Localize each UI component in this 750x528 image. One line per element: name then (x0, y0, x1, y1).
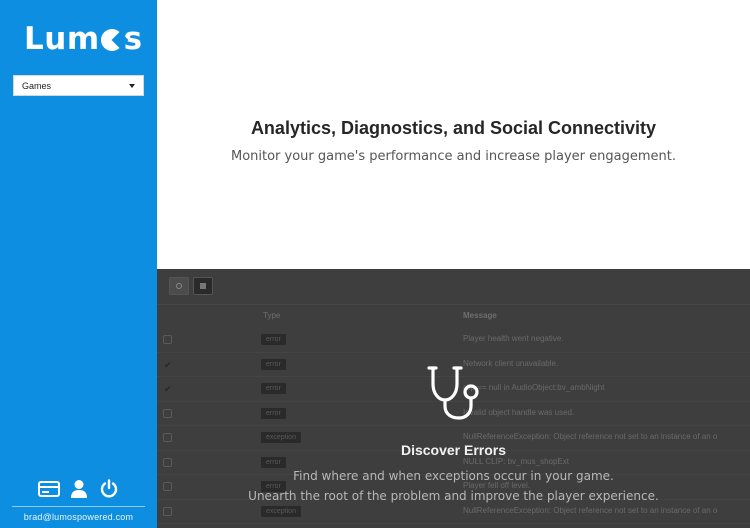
square-icon (200, 283, 206, 289)
feature-description-line1: Find where and when exceptions occur in … (293, 469, 614, 483)
row-message: clip == null in AudioObject:bv_ambNight (463, 383, 605, 392)
checkbox-checked-icon: ✔ (164, 359, 172, 370)
power-icon[interactable] (97, 478, 121, 500)
table-row: error Player health went negative. (157, 328, 750, 352)
game-select[interactable]: Games (13, 75, 144, 96)
checkbox-icon (163, 335, 172, 344)
column-header-type: Type (263, 311, 281, 320)
account-actions (37, 478, 121, 500)
table-row: exception NullReferenceException: Object … (157, 500, 750, 524)
row-message: NullReferenceException: Object reference… (463, 432, 718, 441)
user-email: brad@lumospowered.com (23, 512, 134, 522)
lumos-logo[interactable]: Lum s (24, 20, 143, 58)
checkbox-icon (163, 506, 172, 516)
logo-o-mark-icon (100, 29, 123, 51)
user-icon[interactable] (67, 478, 91, 500)
type-badge: error (261, 456, 286, 468)
type-badge: error (261, 334, 286, 345)
preview-filter-button (169, 277, 189, 295)
hero-title: Analytics, Diagnostics, and Social Conne… (250, 118, 657, 138)
feature-description-line2: Unearth the root of the problem and impr… (248, 489, 659, 503)
feature-panel: Type Message error Player health went neg… (157, 269, 750, 528)
hero-subtitle: Monitor your game's performance and incr… (230, 149, 676, 164)
row-message: Player health went negative. (463, 334, 564, 343)
type-badge: error (261, 358, 286, 370)
circle-icon (176, 283, 182, 289)
logo-text-start: Lum (24, 21, 100, 57)
type-badge: error (261, 407, 286, 419)
sidebar-divider (12, 506, 145, 507)
game-select-value: Games (22, 80, 52, 91)
sidebar: Lum s Games brad@lumospowered.com (0, 0, 157, 528)
checkbox-icon (163, 408, 172, 418)
checkbox-checked-icon: ✔ (164, 384, 172, 394)
checkbox-icon (163, 433, 172, 442)
stethoscope-icon (427, 366, 479, 420)
feature-title: Discover Errors (400, 442, 507, 458)
credit-card-icon[interactable] (37, 478, 61, 500)
chevron-down-icon (129, 84, 135, 88)
row-divider (157, 523, 750, 524)
row-message: NullReferenceException: Object reference… (463, 505, 718, 515)
main-content: Analytics, Diagnostics, and Social Conne… (157, 0, 750, 528)
type-badge: error (261, 383, 286, 394)
preview-list-button (193, 277, 213, 295)
checkbox-icon (163, 457, 172, 467)
preview-header-divider (157, 304, 750, 305)
column-header-message: Message (463, 311, 497, 320)
preview-toolbar (169, 277, 213, 295)
type-badge: exception (261, 505, 301, 517)
